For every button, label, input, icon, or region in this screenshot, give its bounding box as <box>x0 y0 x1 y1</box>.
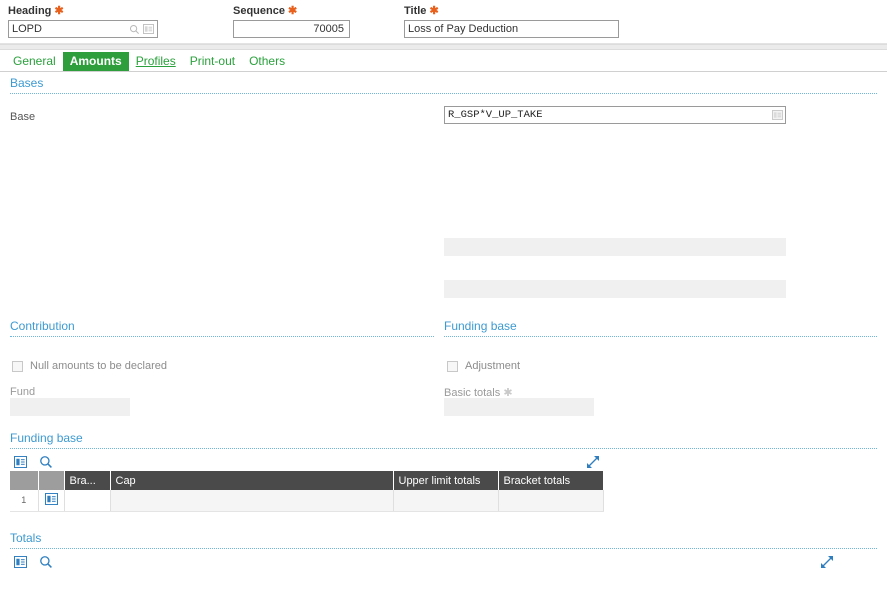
lookup-icon[interactable] <box>772 110 783 120</box>
null-amounts-checkbox-row[interactable]: Null amounts to be declared <box>12 360 167 372</box>
heading-input[interactable] <box>9 21 129 37</box>
required-asterisk: ✱ <box>54 5 64 17</box>
search-icon[interactable] <box>39 555 53 569</box>
row-number: 1 <box>10 490 39 512</box>
row-detail-button[interactable] <box>38 490 65 512</box>
lookup-icon[interactable] <box>143 24 154 34</box>
tab-profiles[interactable]: Profiles <box>129 52 183 71</box>
grid-detail-icon[interactable] <box>14 456 27 468</box>
search-icon[interactable] <box>129 24 140 35</box>
tab-printout[interactable]: Print-out <box>183 52 242 71</box>
tab-general[interactable]: General <box>6 52 63 71</box>
grid-detail-icon[interactable] <box>14 556 27 568</box>
funding-base-section-header: Funding base <box>434 319 887 337</box>
contribution-section-header: Contribution <box>0 319 444 337</box>
required-asterisk: ✱ <box>429 5 439 17</box>
col-upper-limit-totals[interactable]: Upper limit totals <box>393 471 499 490</box>
adjustment-checkbox-row[interactable]: Adjustment <box>447 360 520 372</box>
funding-base-table: Bra... Cap Upper limit totals Bracket to… <box>10 471 604 512</box>
contribution-section-rule <box>10 336 434 337</box>
amounts-tab-panel: Bases Base Contribution Funding base Nul… <box>0 72 887 572</box>
totals-expand-icon[interactable] <box>820 555 834 569</box>
record-header: Heading ✱ Sequence ✱ Title ✱ <box>0 0 887 44</box>
base-input-wrap[interactable] <box>444 106 786 124</box>
base-input[interactable] <box>445 107 772 123</box>
table-row[interactable]: 1 <box>10 490 604 512</box>
totals-section-header: Totals <box>0 531 887 549</box>
tab-bar: General Amounts Profiles Print-out Other… <box>0 50 887 72</box>
bases-section-title: Bases <box>10 76 44 90</box>
col-bracket[interactable]: Bra... <box>64 471 111 490</box>
table-header-row: Bra... Cap Upper limit totals Bracket to… <box>10 471 604 490</box>
sequence-input[interactable] <box>234 21 349 37</box>
funding-base-section-title: Funding base <box>444 319 517 333</box>
title-input-wrap[interactable] <box>404 20 619 38</box>
cell-bracket-totals[interactable] <box>498 490 604 512</box>
title-label: Title ✱ <box>404 5 439 17</box>
contribution-section-title: Contribution <box>10 319 75 333</box>
heading-field-group: Heading ✱ <box>8 4 158 38</box>
heading-label: Heading ✱ <box>8 5 64 17</box>
sequence-input-wrap[interactable] <box>233 20 350 38</box>
cell-cap[interactable] <box>110 490 394 512</box>
funding-base-toolbar <box>14 455 53 469</box>
col-rownum[interactable] <box>10 471 39 490</box>
title-input[interactable] <box>405 21 618 37</box>
col-bracket-totals[interactable]: Bracket totals <box>498 471 604 490</box>
funding-base-expand-icon[interactable] <box>586 455 600 469</box>
sequence-field-group: Sequence ✱ <box>233 4 350 38</box>
title-field-group: Title ✱ <box>404 4 619 38</box>
fund-input <box>10 398 130 416</box>
null-amounts-checkbox[interactable] <box>12 360 23 372</box>
tab-amounts[interactable]: Amounts <box>62 52 129 71</box>
funding-base-grid-rule <box>10 448 877 449</box>
fund-label: Fund <box>10 386 36 398</box>
funding-base-grid-title: Funding base <box>10 431 83 445</box>
required-asterisk: ✱ <box>288 5 298 17</box>
totals-section-title: Totals <box>10 531 42 545</box>
base-label: Base <box>10 111 36 123</box>
heading-input-wrap[interactable] <box>8 20 158 38</box>
row-detail-icon[interactable] <box>44 492 58 505</box>
col-cap[interactable]: Cap <box>110 471 394 490</box>
adjustment-label: Adjustment <box>465 360 521 372</box>
totals-toolbar <box>14 555 53 569</box>
tab-others[interactable]: Others <box>242 52 292 71</box>
totals-section-rule <box>10 548 877 549</box>
bases-section-rule <box>10 93 877 94</box>
cell-upper-limit-totals[interactable] <box>393 490 499 512</box>
adjustment-checkbox[interactable] <box>447 360 458 372</box>
cell-bracket[interactable] <box>64 490 111 512</box>
bases-section-header: Bases <box>0 76 887 94</box>
base-secondary-field-2 <box>444 280 786 298</box>
funding-base-grid-header: Funding base <box>0 431 887 449</box>
null-amounts-label: Null amounts to be declared <box>30 360 167 372</box>
col-detail[interactable] <box>38 471 65 490</box>
basic-totals-input <box>444 398 594 416</box>
sequence-label: Sequence ✱ <box>233 5 298 17</box>
search-icon[interactable] <box>39 455 53 469</box>
base-secondary-field-1 <box>444 238 786 256</box>
funding-base-section-rule <box>444 336 877 337</box>
